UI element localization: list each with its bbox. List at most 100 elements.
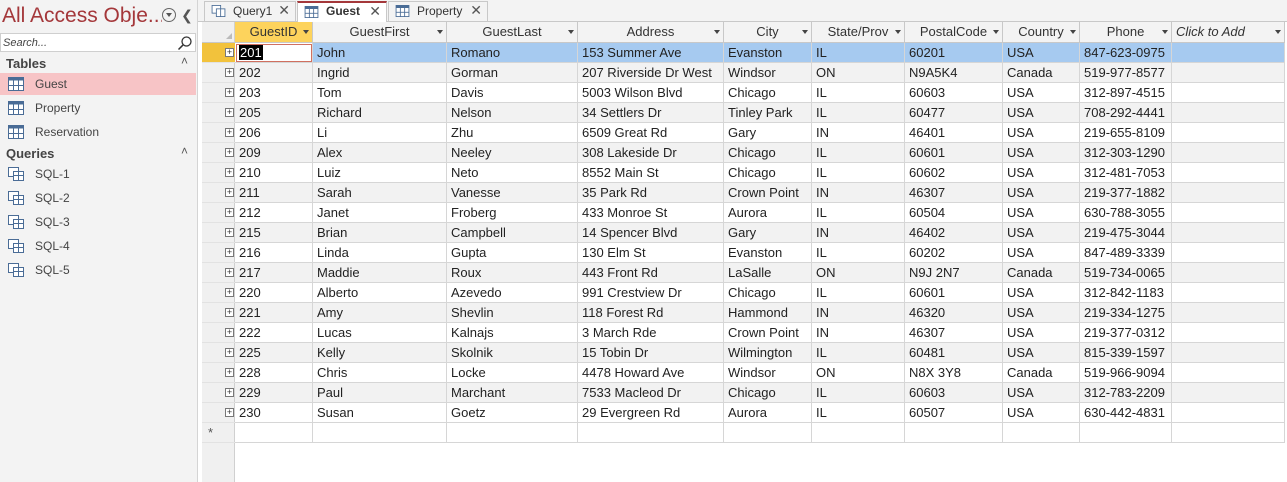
column-header-guestid[interactable]: GuestID: [235, 22, 313, 43]
expand-subdatasheet-icon[interactable]: +: [225, 388, 234, 397]
expand-subdatasheet-icon[interactable]: +: [225, 48, 234, 57]
expand-subdatasheet-icon[interactable]: +: [225, 168, 234, 177]
table-cell[interactable]: Ingrid: [313, 63, 447, 83]
table-cell[interactable]: 312-303-1290: [1080, 143, 1172, 163]
table-cell[interactable]: 15 Tobin Dr: [578, 343, 724, 363]
table-cell[interactable]: 219-655-8109: [1080, 123, 1172, 143]
table-row[interactable]: 211 Sarah Vanesse 35 Park Rd Crown Point IN 46…: [202, 183, 1287, 203]
new-record-row[interactable]: [202, 423, 1287, 443]
new-record-cell[interactable]: [578, 423, 724, 443]
table-row[interactable]: 205 Richard Nelson 34 Settlers Dr Tinley Par…: [202, 103, 1287, 123]
table-cell[interactable]: IN: [812, 183, 905, 203]
table-cell[interactable]: IL: [812, 43, 905, 63]
empty-cell[interactable]: [1172, 43, 1285, 63]
empty-cell[interactable]: [1172, 383, 1285, 403]
select-all-corner[interactable]: [202, 22, 235, 43]
table-cell[interactable]: IL: [812, 83, 905, 103]
table-cell[interactable]: USA: [1003, 203, 1080, 223]
empty-cell[interactable]: [1172, 403, 1285, 423]
table-cell[interactable]: 230: [235, 403, 313, 423]
table-cell[interactable]: Evanston: [724, 243, 812, 263]
table-cell[interactable]: IN: [812, 123, 905, 143]
table-row[interactable]: 215 Brian Campbell 14 Spencer Blvd Gary IN 464…: [202, 223, 1287, 243]
table-cell[interactable]: Windsor: [724, 363, 812, 383]
table-cell[interactable]: Luiz: [313, 163, 447, 183]
table-cell[interactable]: Zhu: [447, 123, 578, 143]
expand-subdatasheet-icon[interactable]: +: [225, 148, 234, 157]
table-cell[interactable]: IL: [812, 143, 905, 163]
table-cell[interactable]: Crown Point: [724, 183, 812, 203]
expand-subdatasheet-icon[interactable]: +: [225, 228, 234, 237]
table-cell[interactable]: Tinley Park: [724, 103, 812, 123]
table-cell[interactable]: 3 March Rde: [578, 323, 724, 343]
new-record-cell[interactable]: [1080, 423, 1172, 443]
table-cell[interactable]: 630-788-3055: [1080, 203, 1172, 223]
empty-cell[interactable]: [1172, 343, 1285, 363]
table-cell[interactable]: IN: [812, 303, 905, 323]
table-cell[interactable]: Chicago: [724, 163, 812, 183]
table-cell[interactable]: LaSalle: [724, 263, 812, 283]
new-record-cell[interactable]: [1003, 423, 1080, 443]
table-cell[interactable]: 5003 Wilson Blvd: [578, 83, 724, 103]
table-cell[interactable]: 847-623-0975: [1080, 43, 1172, 63]
close-icon[interactable]: ✕: [278, 2, 290, 19]
table-cell[interactable]: 6509 Great Rd: [578, 123, 724, 143]
table-cell[interactable]: Lucas: [313, 323, 447, 343]
table-row[interactable]: 202 Ingrid Gorman 207 Riverside Dr West Wind…: [202, 63, 1287, 83]
table-cell[interactable]: N8X 3Y8: [905, 363, 1003, 383]
table-cell[interactable]: 46401: [905, 123, 1003, 143]
table-cell[interactable]: IL: [812, 343, 905, 363]
collapse-pane-button[interactable]: ❮: [180, 7, 194, 23]
table-cell[interactable]: Vanesse: [447, 183, 578, 203]
column-header-country[interactable]: Country: [1003, 22, 1080, 43]
navigation-pane-title[interactable]: All Access Obje...: [2, 3, 162, 29]
table-cell[interactable]: Roux: [447, 263, 578, 283]
table-cell[interactable]: IL: [812, 203, 905, 223]
table-cell[interactable]: USA: [1003, 283, 1080, 303]
tab-query1[interactable]: Query1 ✕: [204, 1, 296, 21]
chevron-up-icon[interactable]: ˄: [181, 54, 188, 68]
table-cell[interactable]: USA: [1003, 103, 1080, 123]
expand-subdatasheet-icon[interactable]: +: [225, 268, 234, 277]
table-cell[interactable]: Canada: [1003, 363, 1080, 383]
table-cell[interactable]: N9A5K4: [905, 63, 1003, 83]
table-cell[interactable]: USA: [1003, 43, 1080, 63]
tab-property[interactable]: Property ✕: [388, 1, 488, 21]
filter-dropdown-icon[interactable]: [568, 30, 574, 34]
table-cell[interactable]: IN: [812, 323, 905, 343]
table-cell[interactable]: USA: [1003, 343, 1080, 363]
table-cell[interactable]: 212: [235, 203, 313, 223]
table-cell[interactable]: USA: [1003, 403, 1080, 423]
table-row[interactable]: 216 Linda Gupta 130 Elm St Evanston IL 60202 US…: [202, 243, 1287, 263]
table-cell[interactable]: Shevlin: [447, 303, 578, 323]
empty-cell[interactable]: [1172, 223, 1285, 243]
table-cell[interactable]: 991 Crestview Dr: [578, 283, 724, 303]
table-cell[interactable]: Locke: [447, 363, 578, 383]
table-cell[interactable]: 60504: [905, 203, 1003, 223]
table-cell[interactable]: Crown Point: [724, 323, 812, 343]
expand-subdatasheet-icon[interactable]: +: [225, 188, 234, 197]
new-record-cell[interactable]: [313, 423, 447, 443]
table-cell[interactable]: 201: [235, 43, 313, 63]
table-cell[interactable]: 219-377-1882: [1080, 183, 1172, 203]
table-cell[interactable]: 815-339-1597: [1080, 343, 1172, 363]
table-cell[interactable]: 60603: [905, 383, 1003, 403]
expand-subdatasheet-icon[interactable]: +: [225, 128, 234, 137]
table-cell[interactable]: Davis: [447, 83, 578, 103]
table-cell[interactable]: Maddie: [313, 263, 447, 283]
table-cell[interactable]: USA: [1003, 303, 1080, 323]
new-record-cell[interactable]: [812, 423, 905, 443]
table-cell[interactable]: 215: [235, 223, 313, 243]
table-cell[interactable]: 708-292-4441: [1080, 103, 1172, 123]
table-cell[interactable]: Sarah: [313, 183, 447, 203]
table-cell[interactable]: 206: [235, 123, 313, 143]
table-cell[interactable]: Kelly: [313, 343, 447, 363]
empty-cell[interactable]: [1172, 203, 1285, 223]
table-cell[interactable]: USA: [1003, 323, 1080, 343]
table-cell[interactable]: 205: [235, 103, 313, 123]
table-cell[interactable]: Goetz: [447, 403, 578, 423]
table-cell[interactable]: 60603: [905, 83, 1003, 103]
table-cell[interactable]: 46307: [905, 323, 1003, 343]
table-cell[interactable]: Azevedo: [447, 283, 578, 303]
table-cell[interactable]: 216: [235, 243, 313, 263]
